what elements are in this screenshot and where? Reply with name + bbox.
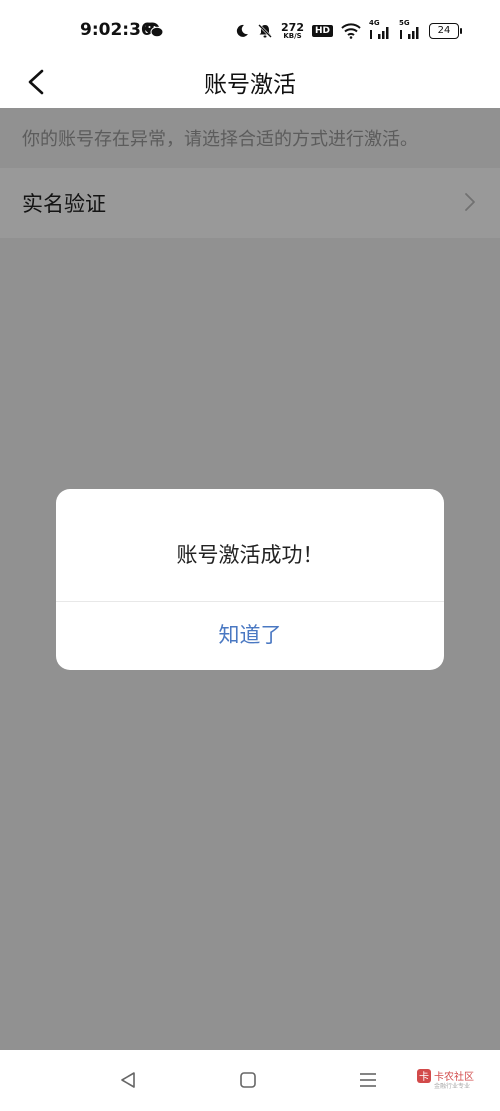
mute-bell-icon [258,24,272,38]
watermark-logo: 卡 卡农社区 金融行业专业 [416,1066,482,1096]
app-header: 账号激活 [0,60,500,108]
wechat-icon [145,22,163,38]
signal-4g-icon: 4G [369,19,391,41]
page-title: 账号激活 [204,72,296,98]
signal-5g-icon: 5G [399,19,421,41]
battery-icon: 24 [429,23,462,39]
nav-back-icon[interactable] [118,1070,138,1090]
svg-text:卡: 卡 [419,1070,429,1083]
net-speed-unit: KB/S [283,32,302,40]
nav-home-icon[interactable] [239,1071,257,1089]
net-speed: 272 KB/S [281,22,304,40]
system-nav-bar: 卡 卡农社区 金融行业专业 [0,1050,500,1111]
nav-menu-icon[interactable] [358,1071,378,1089]
status-time: 9:02:36 [80,20,153,40]
signal-5g-label: 5G [399,19,410,27]
wifi-icon [341,23,361,39]
hd-badge: HD [311,25,333,37]
status-indicators: 272 KB/S HD 4G 5G 24 [235,18,462,44]
dialog-ok-button[interactable]: 知道了 [56,602,444,670]
dialog-message: 账号激活成功！ [176,543,324,567]
signal-4g-label: 4G [369,19,380,27]
success-dialog: 账号激活成功！ 知道了 [56,489,444,670]
moon-icon [236,24,249,37]
watermark-icon: 卡 [417,1069,431,1083]
watermark-subtext: 金融行业专业 [434,1083,471,1090]
status-bar: 9:02:36 272 KB/S HD 4G 5G 24 [0,0,500,60]
battery-level: 24 [429,23,459,39]
